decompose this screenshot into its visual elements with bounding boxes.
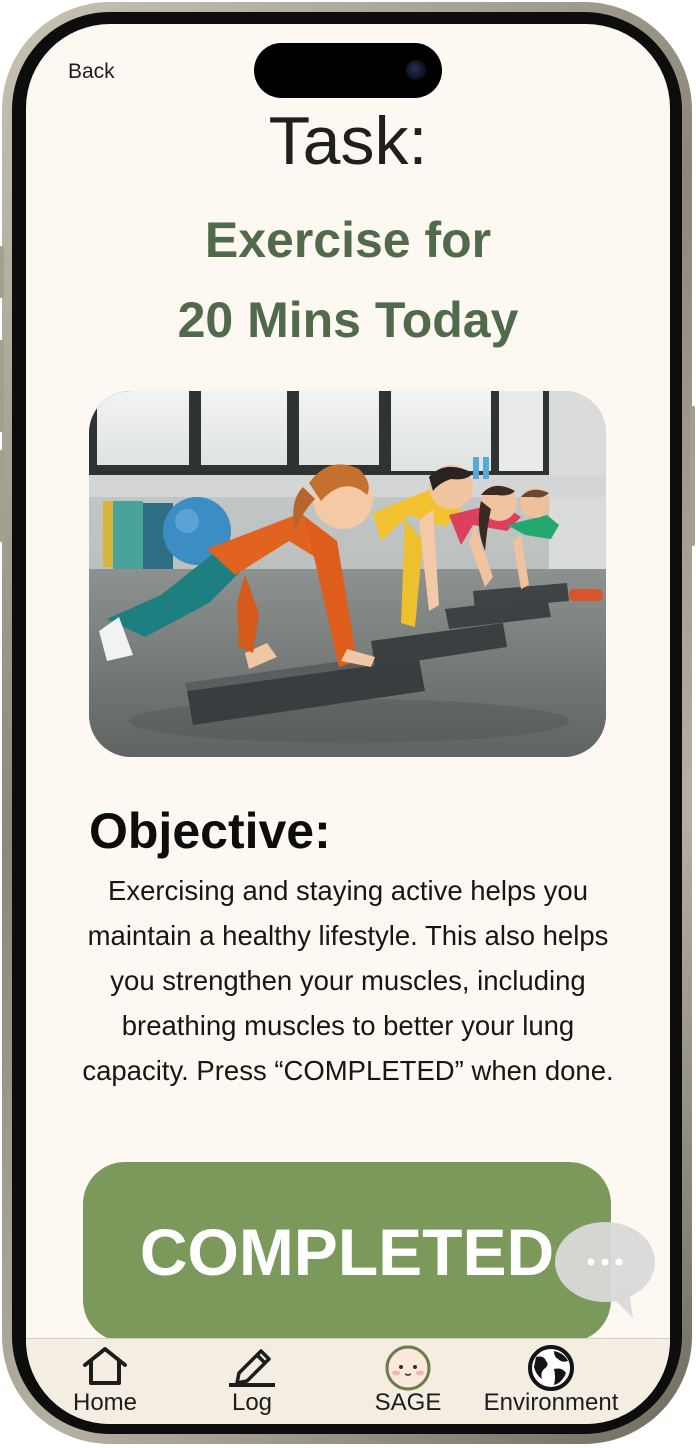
side-button [0, 450, 4, 542]
side-button [0, 340, 4, 432]
app-screen: Back Task: Exercise for 20 Mins Today Ob… [26, 24, 670, 1424]
home-icon [81, 1345, 129, 1392]
camera-icon [406, 60, 426, 80]
nav-item-environment[interactable]: Environment [476, 1339, 626, 1424]
dynamic-island [254, 43, 442, 98]
nav-item-home[interactable]: Home [50, 1339, 160, 1424]
task-title: Exercise for 20 Mins Today [66, 200, 630, 360]
nav-item-sage[interactable]: SAGE [356, 1339, 460, 1424]
nav-label-home: Home [72, 1389, 138, 1416]
nav-item-log[interactable]: Log [202, 1339, 302, 1424]
nav-label-log: Log [231, 1389, 273, 1416]
task-title-line: 20 Mins Today [177, 292, 519, 348]
completed-button[interactable]: COMPLETED [83, 1162, 611, 1342]
objective-description: Exercising and staying active helps you … [82, 875, 614, 1086]
chat-bubble-button[interactable] [553, 1220, 657, 1324]
bottom-navigation: Home Log SAGE Environment [26, 1338, 670, 1424]
task-title-line: Exercise for [204, 212, 492, 268]
side-button [690, 406, 695, 546]
nav-label-sage: SAGE [374, 1389, 442, 1416]
exercise-photo-image [89, 391, 606, 757]
nav-label-environment: Environment [483, 1389, 619, 1416]
side-button [0, 246, 4, 298]
task-heading: Task: [268, 103, 428, 179]
exercise-photo [89, 391, 606, 757]
back-button[interactable]: Back [68, 60, 115, 84]
pencil-icon [227, 1345, 277, 1392]
chat-bubble-icon [555, 1222, 655, 1318]
objective-heading: Objective: [89, 803, 331, 859]
